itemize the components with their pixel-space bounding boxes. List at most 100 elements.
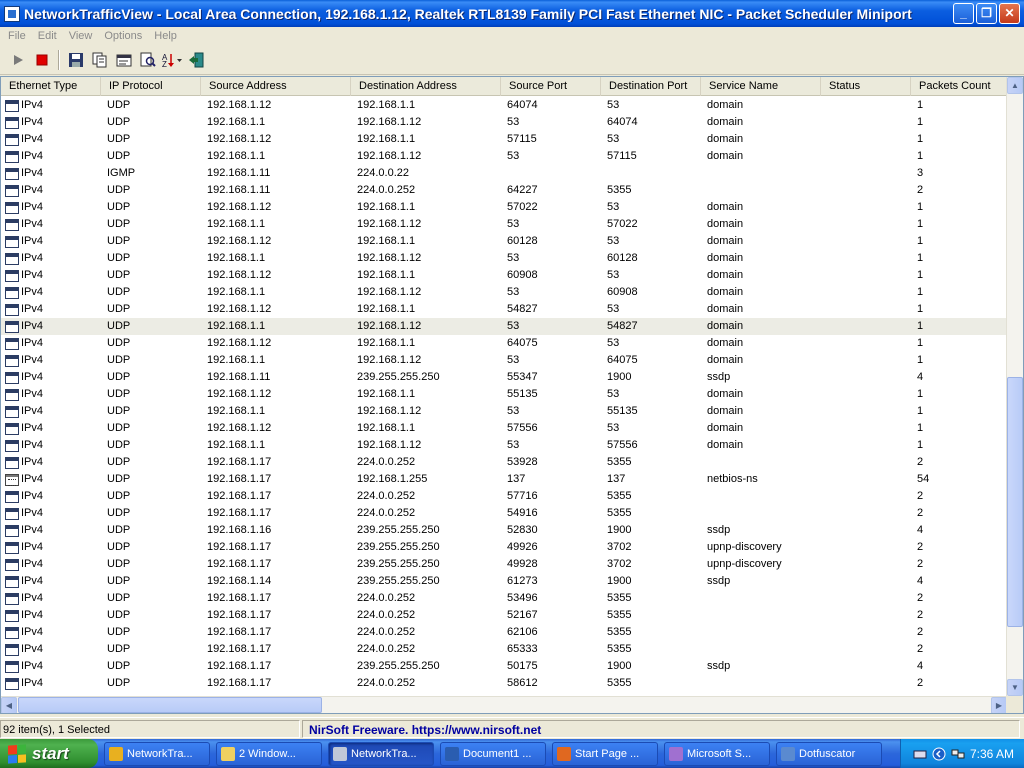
table-cell: 52830 (507, 524, 538, 536)
table-row[interactable]: IPv4 UDP 192.168.1.12 192.168.1.1 57556 53 dom… (1, 420, 1007, 437)
table-row[interactable]: IPv4 UDP 192.168.1.12 192.168.1.1 57115 53 dom… (1, 131, 1007, 148)
col-status-header[interactable]: Status (821, 77, 911, 96)
table-row[interactable]: IPv4 UDP 192.168.1.1 192.168.1.12 53 57556 dom… (1, 437, 1007, 454)
menu-edit[interactable]: Edit (32, 30, 63, 42)
table-cell: 192.168.1.1 (207, 405, 266, 417)
taskbar-button[interactable]: 2 Window... (216, 741, 322, 766)
col-destination-address-header[interactable]: Destination Address (351, 77, 501, 96)
menu-file[interactable]: File (2, 30, 32, 42)
table-row[interactable]: IPv4 UDP 192.168.1.12 192.168.1.1 60908 53 dom… (1, 267, 1007, 284)
cell-ethernet-type: IPv4 (21, 150, 44, 162)
menu-options[interactable]: Options (98, 30, 148, 42)
table-row[interactable]: IPv4 UDP 192.168.1.12 192.168.1.1 64074 53 dom… (1, 97, 1007, 114)
play-icon[interactable] (6, 49, 29, 71)
table-row[interactable]: IPv4 UDP 192.168.1.17 224.0.0.252 62106 5355 2 (1, 624, 1007, 641)
taskbar-button[interactable]: Document1 ... (440, 741, 546, 766)
table-row[interactable]: IPv4 UDP 192.168.1.11 239.255.255.250 55347 1… (1, 369, 1007, 386)
table-cell: domain (707, 133, 744, 145)
table-row[interactable]: IPv4 UDP 192.168.1.12 192.168.1.1 60128 53 dom… (1, 233, 1007, 250)
col-source-port-header[interactable]: Source Port (501, 77, 601, 96)
table-row[interactable]: IPv4 UDP 192.168.1.1 192.168.1.12 53 57022 dom… (1, 216, 1007, 233)
table-row[interactable]: IPv4 UDP 192.168.1.1 192.168.1.12 53 64075 dom… (1, 352, 1007, 369)
find-icon[interactable] (136, 49, 159, 71)
table-cell: 60128 (607, 252, 638, 264)
table-row[interactable]: IPv4 UDP 192.168.1.17 224.0.0.252 52167 5355 2 (1, 607, 1007, 624)
taskbar-button[interactable]: Dotfuscator (776, 741, 882, 766)
table-row[interactable]: IPv4 UDP 192.168.1.17 224.0.0.252 54916 5355 2 (1, 505, 1007, 522)
keyboard-icon[interactable] (913, 747, 927, 761)
horizontal-scrollbar[interactable]: ◀ ▶ (1, 696, 1007, 713)
taskbar-button[interactable]: NetworkTra... (104, 741, 210, 766)
stop-icon[interactable] (30, 49, 53, 71)
table-row[interactable]: IPv4 UDP 192.168.1.17 192.168.1.255 137 137 ne… (1, 471, 1007, 488)
table-row[interactable]: IPv4 UDP 192.168.1.1 192.168.1.12 53 60908 dom… (1, 284, 1007, 301)
vertical-scrollbar[interactable]: ▲ ▼ (1006, 77, 1023, 696)
vertical-scroll-thumb[interactable] (1007, 377, 1023, 627)
col-ip-protocol-header[interactable]: IP Protocol (101, 77, 201, 96)
exit-icon[interactable] (184, 49, 207, 71)
table-row[interactable]: IPv4 UDP 192.168.1.1 192.168.1.12 53 64074 dom… (1, 114, 1007, 131)
network-icon[interactable] (951, 747, 965, 761)
packet-list[interactable]: Ethernet Type IP Protocol Source Address De… (0, 76, 1024, 714)
table-row[interactable]: IPv4 UDP 192.168.1.17 239.255.255.250 49928 3… (1, 556, 1007, 573)
packet-icon (5, 388, 19, 401)
taskbar-button[interactable]: Start Page ... (552, 741, 658, 766)
table-row[interactable]: IPv4 UDP 192.168.1.17 239.255.255.250 49926 3… (1, 539, 1007, 556)
table-cell: IPv4 (1, 352, 101, 369)
table-row[interactable]: IPv4 UDP 192.168.1.1 192.168.1.12 53 54827 dom… (1, 318, 1007, 335)
svg-text:Z: Z (162, 60, 167, 68)
close-button[interactable]: ✕ (999, 3, 1020, 24)
table-row[interactable]: IPv4 UDP 192.168.1.1 192.168.1.12 53 57115 dom… (1, 148, 1007, 165)
menu-help[interactable]: Help (148, 30, 183, 42)
col-packets-count-header[interactable]: Packets Count (911, 77, 1007, 96)
table-cell: 5355 (607, 507, 632, 519)
table-row[interactable]: IPv4 UDP 192.168.1.12 192.168.1.1 57022 53 dom… (1, 199, 1007, 216)
col-destination-port-header[interactable]: Destination Port (601, 77, 701, 96)
table-row[interactable]: IPv4 UDP 192.168.1.16 239.255.255.250 52830 1… (1, 522, 1007, 539)
taskbar-button[interactable]: NetworkTra... (328, 741, 434, 766)
table-row[interactable]: IPv4 UDP 192.168.1.17 224.0.0.252 65333 5355 2 (1, 641, 1007, 658)
table-row[interactable]: IPv4 IGMP 192.168.1.11 224.0.0.22 3 (1, 165, 1007, 182)
table-row[interactable]: IPv4 UDP 192.168.1.1 192.168.1.12 53 55135 dom… (1, 403, 1007, 420)
table-cell: IPv4 (1, 607, 101, 624)
table-row[interactable]: IPv4 UDP 192.168.1.11 224.0.0.252 64227 5355 2 (1, 182, 1007, 199)
taskbar-button[interactable]: Microsoft S... (664, 741, 770, 766)
table-row[interactable]: IPv4 UDP 192.168.1.14 239.255.255.250 61273 1… (1, 573, 1007, 590)
maximize-button[interactable]: ❐ (976, 3, 997, 24)
start-button[interactable]: start (0, 739, 98, 768)
table-row[interactable]: IPv4 UDP 192.168.1.12 192.168.1.1 64075 53 dom… (1, 335, 1007, 352)
minimize-button[interactable]: _ (953, 3, 974, 24)
table-row[interactable]: IPv4 UDP 192.168.1.12 192.168.1.1 54827 53 dom… (1, 301, 1007, 318)
nirsoft-link[interactable]: NirSoft Freeware. https://www.nirsoft.ne… (302, 719, 1020, 738)
table-row[interactable]: IPv4 UDP 192.168.1.17 224.0.0.252 57716 5355 2 (1, 488, 1007, 505)
copy-icon[interactable] (88, 49, 111, 71)
table-cell: 192.168.1.17 (207, 473, 272, 485)
table-row[interactable]: IPv4 UDP 192.168.1.17 239.255.255.250 50175 1… (1, 658, 1007, 675)
back-arrow-icon[interactable] (932, 747, 946, 761)
properties-icon[interactable] (112, 49, 135, 71)
table-cell: 192.168.1.17 (207, 643, 272, 655)
horizontal-scroll-thumb[interactable] (18, 697, 322, 713)
table-cell (821, 335, 911, 352)
save-icon[interactable] (64, 49, 87, 71)
table-row[interactable]: IPv4 UDP 192.168.1.12 192.168.1.1 55135 53 dom… (1, 386, 1007, 403)
scroll-down-icon[interactable]: ▼ (1007, 679, 1023, 696)
table-row[interactable]: IPv4 UDP 192.168.1.17 224.0.0.252 53496 5355 2 (1, 590, 1007, 607)
menu-view[interactable]: View (63, 30, 99, 42)
scroll-up-icon[interactable]: ▲ (1007, 77, 1023, 94)
table-row[interactable]: IPv4 UDP 192.168.1.17 224.0.0.252 58612 5355 2 (1, 675, 1007, 692)
packet-icon (5, 507, 19, 520)
cell-ethernet-type: IPv4 (21, 337, 44, 349)
table-cell: netbios-ns (707, 473, 758, 485)
scroll-left-icon[interactable]: ◀ (1, 697, 17, 713)
col-service-name-header[interactable]: Service Name (701, 77, 821, 96)
table-row[interactable]: IPv4 UDP 192.168.1.17 224.0.0.252 53928 5355 2 (1, 454, 1007, 471)
scroll-right-icon[interactable]: ▶ (991, 697, 1007, 713)
col-ethernet-type-header[interactable]: Ethernet Type (1, 77, 101, 96)
table-row[interactable]: IPv4 UDP 192.168.1.1 192.168.1.12 53 60128 dom… (1, 250, 1007, 267)
col-source-address-header[interactable]: Source Address (201, 77, 351, 96)
task-list: NetworkTra... 2 Window... NetworkTra... Doc… (98, 741, 882, 766)
table-cell: UDP (107, 422, 131, 434)
table-cell: IPv4 (1, 301, 101, 318)
sort-icon[interactable]: AZ (160, 49, 183, 71)
